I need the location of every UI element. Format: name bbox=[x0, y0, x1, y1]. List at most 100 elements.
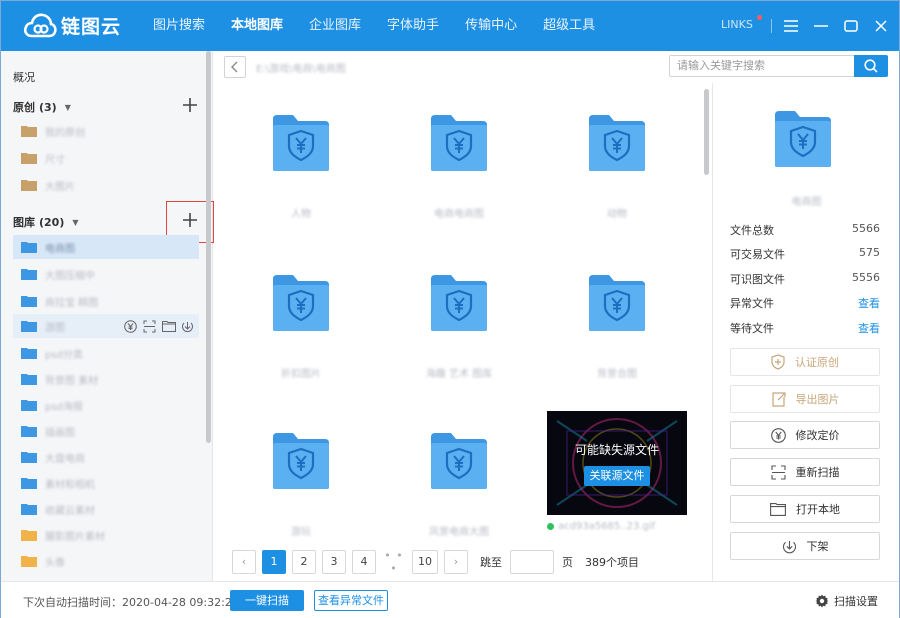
stat-row: 等待文件 查看 bbox=[730, 320, 880, 336]
page-button[interactable]: 1 bbox=[262, 550, 286, 574]
original-section-header[interactable]: 原创 (3) ▼ bbox=[13, 99, 71, 115]
next-page-button[interactable]: › bbox=[444, 550, 468, 574]
unpublish-button[interactable]: 下架 bbox=[730, 532, 880, 560]
main-nav: 图片搜索 本地图库 企业图库 字体助手 传输中心 超级工具 bbox=[153, 1, 621, 51]
stat-row: 可识图文件 5556 bbox=[730, 271, 880, 287]
folder-tile[interactable]: 折扣图片 bbox=[231, 243, 371, 393]
sidebar-item-label: 插画图 bbox=[45, 427, 75, 439]
view-waiting-link[interactable]: 查看 bbox=[858, 320, 880, 336]
set-price-button[interactable] bbox=[123, 319, 138, 333]
folder-name: 折扣图片 bbox=[281, 369, 321, 380]
sidebar-overview[interactable]: 概况 bbox=[13, 69, 35, 85]
rescan-button[interactable] bbox=[142, 319, 157, 333]
sidebar-scrollbar[interactable] bbox=[206, 51, 211, 443]
nav-image-search[interactable]: 图片搜索 bbox=[153, 1, 205, 51]
sidebar-item-library[interactable]: 游图 bbox=[13, 314, 199, 338]
sidebar-item-library[interactable]: 摄影图片素材 bbox=[13, 523, 199, 547]
sidebar-item-library[interactable]: 插画图 bbox=[13, 419, 199, 443]
folder-tile[interactable]: 游玩 bbox=[231, 401, 371, 551]
view-abnormal-link[interactable]: 查看 bbox=[858, 295, 880, 311]
stat-label: 等待文件 bbox=[730, 322, 774, 335]
stat-row: 可交易文件 575 bbox=[730, 246, 880, 262]
stat-label: 异常文件 bbox=[730, 297, 774, 310]
status-dot-icon bbox=[547, 523, 554, 530]
yen-circle-icon bbox=[124, 319, 137, 333]
folder-tile[interactable]: 动物 bbox=[547, 83, 687, 233]
folder-icon bbox=[21, 426, 37, 437]
library-section-header[interactable]: 图库 (20) ▼ bbox=[13, 214, 79, 230]
nav-font-assistant[interactable]: 字体助手 bbox=[387, 1, 439, 51]
prev-page-button[interactable]: ‹ bbox=[232, 550, 256, 574]
yen-folder-icon bbox=[273, 433, 329, 489]
sidebar-item-library[interactable]: 头像 bbox=[13, 549, 199, 573]
sidebar-item-library[interactable]: 收藏云素材 bbox=[13, 497, 199, 521]
page-unit-label: 页 bbox=[562, 556, 573, 569]
sidebar-item-library[interactable]: psd海报 bbox=[13, 393, 199, 417]
sidebar-item-library[interactable]: psd分类 bbox=[13, 341, 199, 365]
unpublish-button[interactable] bbox=[180, 319, 195, 333]
folder-tile[interactable]: 电商电商图 bbox=[389, 83, 529, 233]
menu-button[interactable] bbox=[780, 15, 802, 37]
gear-icon bbox=[815, 594, 829, 608]
sidebar-item-library[interactable]: 背景图 素材 bbox=[13, 367, 199, 391]
sidebar-item-original[interactable]: 大图片 bbox=[13, 173, 199, 197]
maximize-button[interactable] bbox=[840, 15, 862, 37]
sidebar-item-library[interactable]: 大图压缩中 bbox=[13, 262, 199, 286]
sidebar-item-original[interactable]: 我的原创 bbox=[13, 119, 199, 143]
page-button[interactable]: 10 bbox=[412, 550, 438, 574]
modify-price-button[interactable]: 修改定价 bbox=[730, 421, 880, 449]
jump-page-input[interactable] bbox=[510, 550, 554, 574]
folder-tile[interactable]: 人物 bbox=[231, 83, 371, 233]
folder-outline-icon bbox=[161, 321, 176, 332]
sidebar-item-original[interactable]: 尺寸 bbox=[13, 146, 199, 170]
page-button[interactable]: 3 bbox=[322, 550, 346, 574]
original-section-count: (3) bbox=[39, 100, 57, 114]
pagination: ‹ 1 2 3 4 • • • 10 › 跳至 页 389个项目 bbox=[232, 549, 639, 575]
folder-tile[interactable]: 背景合图 bbox=[547, 243, 687, 393]
sidebar-item-library[interactable]: 电商图 bbox=[13, 235, 199, 259]
nav-local-library[interactable]: 本地图库 bbox=[231, 1, 283, 51]
sidebar-item-library[interactable]: 素材和相机 bbox=[13, 471, 199, 495]
sidebar-item-label: 背景图 素材 bbox=[45, 375, 99, 387]
add-original-button[interactable] bbox=[181, 96, 199, 114]
export-icon bbox=[771, 391, 786, 407]
folder-name: 人物 bbox=[291, 209, 311, 220]
folder-tile[interactable]: 风景电商大图 bbox=[389, 401, 529, 551]
nav-super-tools[interactable]: 超级工具 bbox=[543, 1, 595, 51]
folder-outline-icon bbox=[770, 503, 786, 516]
sidebar-item-label: 电商图 bbox=[45, 243, 75, 255]
user-name[interactable]: LINKS bbox=[721, 18, 753, 31]
folder-icon bbox=[21, 153, 37, 164]
image-thumbnail[interactable]: 可能缺失源文件 关联源文件 bbox=[547, 411, 687, 515]
sidebar-item-label: 大盘电商 bbox=[45, 453, 85, 465]
shield-plus-icon bbox=[771, 354, 785, 370]
nav-transfer-center[interactable]: 传输中心 bbox=[465, 1, 517, 51]
plus-icon bbox=[183, 98, 197, 112]
nav-enterprise-library[interactable]: 企业图库 bbox=[309, 1, 361, 51]
search-button[interactable] bbox=[854, 55, 888, 77]
certify-original-button[interactable]: 认证原创 bbox=[730, 348, 880, 376]
rescan-button[interactable]: 重新扫描 bbox=[730, 458, 880, 486]
open-local-button[interactable]: 打开本地 bbox=[730, 495, 880, 523]
one-click-scan-button[interactable]: 一键扫描 bbox=[230, 590, 304, 611]
sidebar-item-label: 头像 bbox=[45, 557, 65, 569]
sidebar-item-label: psd分类 bbox=[45, 349, 83, 361]
page-button[interactable]: 4 bbox=[352, 550, 376, 574]
close-button[interactable] bbox=[870, 15, 892, 37]
sidebar-item-library[interactable]: 商拉宝 精图 bbox=[13, 289, 199, 313]
folder-tile[interactable]: 海趣 艺术 图库 bbox=[389, 243, 529, 393]
sidebar-item-label: 游图 bbox=[45, 322, 65, 334]
scan-settings-button[interactable]: 扫描设置 bbox=[815, 593, 878, 609]
export-images-button[interactable]: 导出图片 bbox=[730, 385, 880, 413]
app-name: 链图云 bbox=[61, 15, 122, 38]
view-abnormal-files-button[interactable]: 查看异常文件 bbox=[314, 590, 388, 611]
search-input[interactable]: 请输入关键字搜索 bbox=[669, 55, 855, 77]
page-button[interactable]: 2 bbox=[292, 550, 316, 574]
link-source-button[interactable]: 关联源文件 bbox=[584, 466, 650, 486]
sidebar-item-library[interactable]: 大盘电商 bbox=[13, 445, 199, 469]
scan-settings-label: 扫描设置 bbox=[834, 595, 878, 608]
open-local-button[interactable] bbox=[161, 319, 176, 333]
back-button[interactable] bbox=[224, 56, 246, 78]
minimize-button[interactable] bbox=[810, 15, 832, 37]
grid-scrollbar[interactable] bbox=[704, 89, 709, 175]
